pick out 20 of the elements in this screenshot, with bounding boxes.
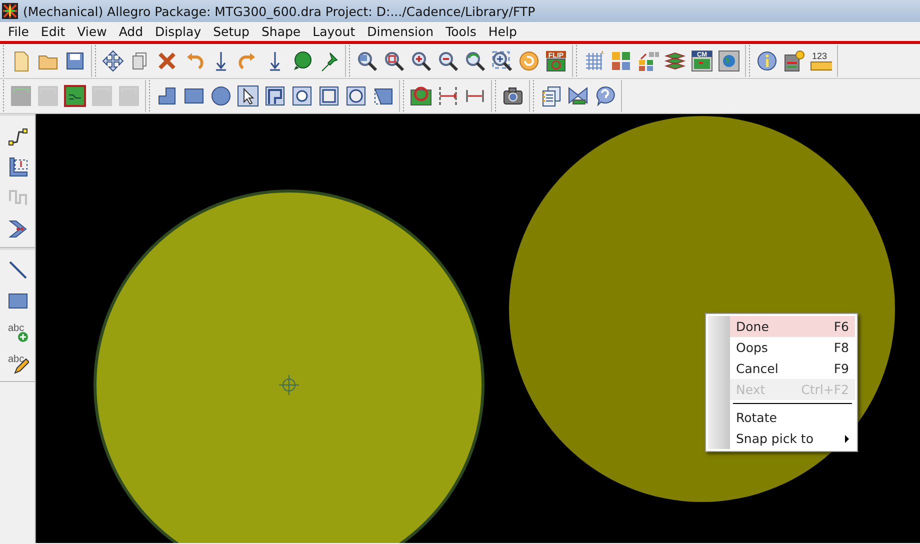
menu-item[interactable]: Layout — [306, 24, 362, 39]
menu-item[interactable]: Add — [112, 24, 150, 39]
menu-item[interactable]: Dimension — [361, 24, 440, 39]
menu-item[interactable]: Tools — [440, 24, 482, 39]
board-icon[interactable] — [62, 82, 88, 110]
menu-item[interactable]: Help — [482, 24, 523, 39]
window-title: (Mechanical) Allegro Package: MTG300_600.dra Project: D:.../Cadence/Library/FTP — [23, 4, 536, 18]
context-menu-item[interactable]: Done F6 — [730, 316, 855, 337]
context-menu-item[interactable]: Snap pick to — [730, 428, 855, 449]
menu-item[interactable]: Edit — [34, 24, 72, 39]
menu-item[interactable]: Shape — [255, 24, 307, 39]
crosshair-icon — [278, 374, 300, 396]
menu-item[interactable]: Setup — [207, 24, 256, 39]
context-menu-item[interactable]: Oops F8 — [730, 337, 855, 358]
app-icon — [2, 3, 18, 19]
menu-item[interactable]: File — [2, 24, 35, 39]
menu-item[interactable]: View — [71, 24, 113, 39]
context-menu-item[interactable]: Rotate — [730, 407, 855, 428]
context-menu-item[interactable]: Cancel F9 — [730, 358, 855, 379]
menu-item[interactable]: Display — [149, 24, 208, 39]
